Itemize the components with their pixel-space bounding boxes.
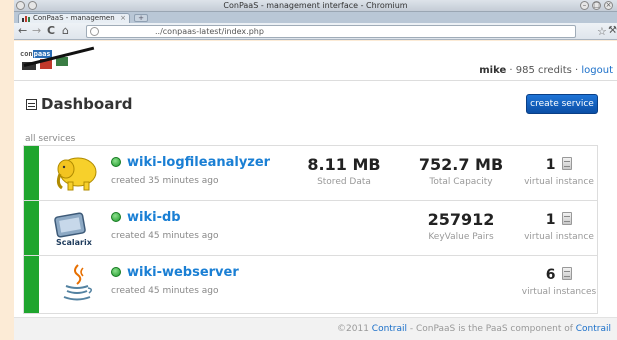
new-tab-button[interactable]: + <box>134 14 148 22</box>
window-titlebar: ConPaaS - management interface - Chromiu… <box>14 0 617 12</box>
metric-label: Total Capacity <box>429 177 493 187</box>
conpaas-favicon-icon <box>22 16 30 22</box>
maximize-icon[interactable]: □ <box>592 1 601 10</box>
metric-value: 257912 <box>427 210 495 229</box>
page-footer: ©2011 Contrail - ConPaaS is the PaaS com… <box>14 317 617 340</box>
instance-count: 1 virtual instance <box>519 156 599 187</box>
page-info-icon[interactable] <box>90 27 99 36</box>
scalarix-icon: Scalarix <box>54 212 93 247</box>
status-running-icon <box>111 157 121 167</box>
minimize-icon[interactable]: – <box>580 1 589 10</box>
tab-strip: ConPaaS - managemen × + <box>14 12 617 23</box>
service-name[interactable]: wiki-webserver <box>111 265 239 280</box>
metric-label: KeyValue Pairs <box>428 232 494 242</box>
contrail-link[interactable]: Contrail <box>576 324 611 334</box>
page-title-text: Dashboard <box>41 95 133 113</box>
service-created: created 45 minutes ago <box>111 286 219 296</box>
close-window-icon[interactable]: × <box>604 1 613 10</box>
service-created: created 45 minutes ago <box>111 231 219 241</box>
browser-toolbar: ← → C ⌂ ../conpaas-latest/index.php ☆ ⚒ <box>14 23 617 40</box>
reload-icon[interactable]: C <box>47 25 55 37</box>
instances-label: virtual instance <box>524 232 594 242</box>
metric-keyvalue-pairs: 257912 KeyValue Pairs <box>406 210 516 243</box>
svg-text:Scalarix: Scalarix <box>56 238 93 247</box>
metric-value: 8.11 MB <box>307 155 381 174</box>
dashboard-icon <box>26 99 37 110</box>
metric-total-capacity: 752.7 MB Total Capacity <box>406 155 516 188</box>
service-row[interactable]: wiki-webserver created 45 minutes ago 6 … <box>24 256 597 313</box>
window-controls: – □ × <box>580 1 613 10</box>
service-row[interactable]: Scalarix wiki-db created 45 minutes ago … <box>24 201 597 256</box>
service-status-stripe <box>24 201 39 255</box>
service-status-stripe <box>24 256 39 313</box>
service-name[interactable]: wiki-db <box>111 210 181 225</box>
page-title: Dashboard <box>26 95 132 113</box>
forward-icon[interactable]: → <box>32 25 41 37</box>
contrail-link[interactable]: Contrail <box>372 324 407 334</box>
footer-text: ©2011 Contrail - ConPaaS is the PaaS com… <box>337 324 611 334</box>
page-content: conpaas mike · 985 credits · logout Dash… <box>14 41 617 340</box>
server-icon <box>562 212 573 225</box>
metric-stored-data: 8.11 MB Stored Data <box>294 155 394 188</box>
back-icon[interactable]: ← <box>18 25 27 37</box>
user-info: mike · 985 credits · logout <box>479 65 613 76</box>
server-icon <box>562 157 573 170</box>
instances-value: 1 <box>545 157 556 173</box>
logout-link[interactable]: logout <box>581 65 613 76</box>
address-bar[interactable]: ../conpaas-latest/index.php <box>86 25 576 38</box>
create-service-button[interactable]: create service <box>526 94 598 114</box>
status-running-icon <box>111 212 121 222</box>
service-status-stripe <box>24 146 39 200</box>
service-created: created 35 minutes ago <box>111 176 219 186</box>
instances-label: virtual instances <box>521 287 597 297</box>
username: mike <box>479 65 507 76</box>
metric-value: 752.7 MB <box>418 155 504 174</box>
instance-count: 6 virtual instances <box>511 266 607 297</box>
instance-count: 1 virtual instance <box>519 211 599 242</box>
server-icon <box>562 267 573 280</box>
instances-value: 1 <box>545 212 556 228</box>
logo-text: conpaas <box>20 50 52 58</box>
bookmark-star-icon[interactable]: ☆ <box>597 25 607 38</box>
wrench-menu-icon[interactable]: ⚒ <box>608 25 617 36</box>
tab-close-icon[interactable]: × <box>120 14 126 23</box>
conpaas-logo[interactable]: conpaas <box>16 46 96 77</box>
home-icon[interactable]: ⌂ <box>62 25 69 37</box>
header-divider <box>14 80 617 81</box>
section-label: all services <box>25 134 76 144</box>
credits-text: · 985 credits · <box>506 65 582 76</box>
window-title: ConPaaS - management interface - Chromiu… <box>223 1 408 10</box>
service-row[interactable]: wiki-logfileanalyzer created 35 minutes … <box>24 146 597 201</box>
instances-value: 6 <box>545 267 556 283</box>
url-text: ../conpaas-latest/index.php <box>155 27 264 36</box>
service-name[interactable]: wiki-logfileanalyzer <box>111 155 270 170</box>
java-cup-icon <box>63 264 92 301</box>
tab-conpaas[interactable]: ConPaaS - managemen × <box>18 13 130 23</box>
tab-label: ConPaaS - managemen <box>33 14 115 22</box>
instances-label: virtual instance <box>524 177 594 187</box>
hadoop-elephant-icon <box>56 157 97 191</box>
services-list: wiki-logfileanalyzer created 35 minutes … <box>23 145 598 314</box>
metric-label: Stored Data <box>317 177 371 187</box>
status-running-icon <box>111 267 121 277</box>
